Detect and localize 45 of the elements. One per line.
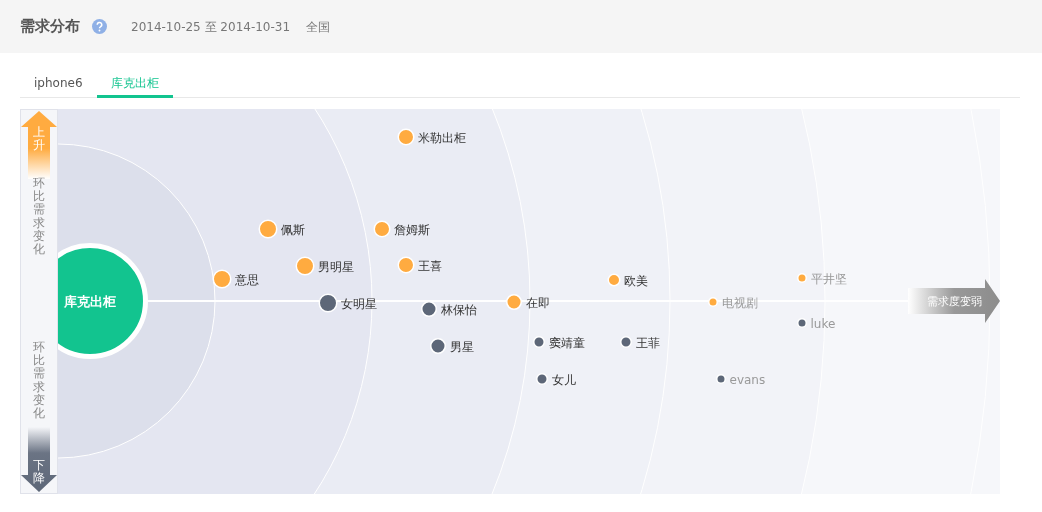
term-label[interactable]: 男明星 xyxy=(318,259,354,274)
help-icon[interactable] xyxy=(92,19,107,34)
term-label[interactable]: 欧美 xyxy=(624,273,648,288)
term-label[interactable]: 在即 xyxy=(525,295,550,310)
term-dot[interactable] xyxy=(258,219,278,239)
term-dot[interactable] xyxy=(212,269,232,289)
term-label[interactable]: 王喜 xyxy=(418,258,442,273)
term-dot[interactable] xyxy=(397,128,415,146)
term-dot[interactable] xyxy=(397,256,415,274)
term-dot[interactable] xyxy=(318,293,338,313)
term-label[interactable]: 女儿 xyxy=(551,372,576,387)
axis-label: 环比需求变化 xyxy=(33,341,45,421)
term-dot[interactable] xyxy=(421,301,437,317)
term-label[interactable]: 米勒出柜 xyxy=(418,130,466,145)
term-label[interactable]: 女明星 xyxy=(341,296,377,311)
term-label[interactable]: 男星 xyxy=(449,339,474,354)
term-dot[interactable] xyxy=(797,318,807,328)
term-label[interactable]: 林保怡 xyxy=(440,302,477,317)
axis-label: 环比需求变化 xyxy=(33,177,45,257)
term-dot[interactable] xyxy=(506,294,522,310)
tab[interactable]: iphone6 xyxy=(20,70,97,98)
term-label[interactable]: 王菲 xyxy=(635,335,660,350)
term-label[interactable]: 意思 xyxy=(235,272,259,287)
arrow-icon xyxy=(908,279,1000,323)
up-arrow-icon xyxy=(21,111,57,179)
term-label[interactable]: 窦靖童 xyxy=(548,335,585,350)
section-title: 需求分布 xyxy=(20,16,80,38)
trend-label: 上升 xyxy=(33,126,45,153)
term-dot[interactable] xyxy=(533,336,545,348)
term-dot[interactable] xyxy=(620,336,632,348)
down-arrow-icon xyxy=(21,427,57,492)
term-label[interactable]: 詹姆斯 xyxy=(394,222,430,237)
date-range: 2014-10-25 至 2014-10-31 xyxy=(131,18,291,36)
term-dot[interactable] xyxy=(716,374,726,384)
term-dot[interactable] xyxy=(373,220,391,238)
trend-label: 下降 xyxy=(33,459,45,486)
term-dot[interactable] xyxy=(607,273,621,287)
region-label: 全国 xyxy=(306,18,331,36)
term-dot[interactable] xyxy=(708,297,718,307)
term-dot[interactable] xyxy=(430,338,446,354)
term-dot[interactable] xyxy=(295,256,315,276)
term-dot[interactable] xyxy=(536,373,548,385)
center-term: 库克出柜 xyxy=(64,294,116,309)
term-dot[interactable] xyxy=(797,273,807,283)
term-label[interactable]: 佩斯 xyxy=(281,222,305,237)
